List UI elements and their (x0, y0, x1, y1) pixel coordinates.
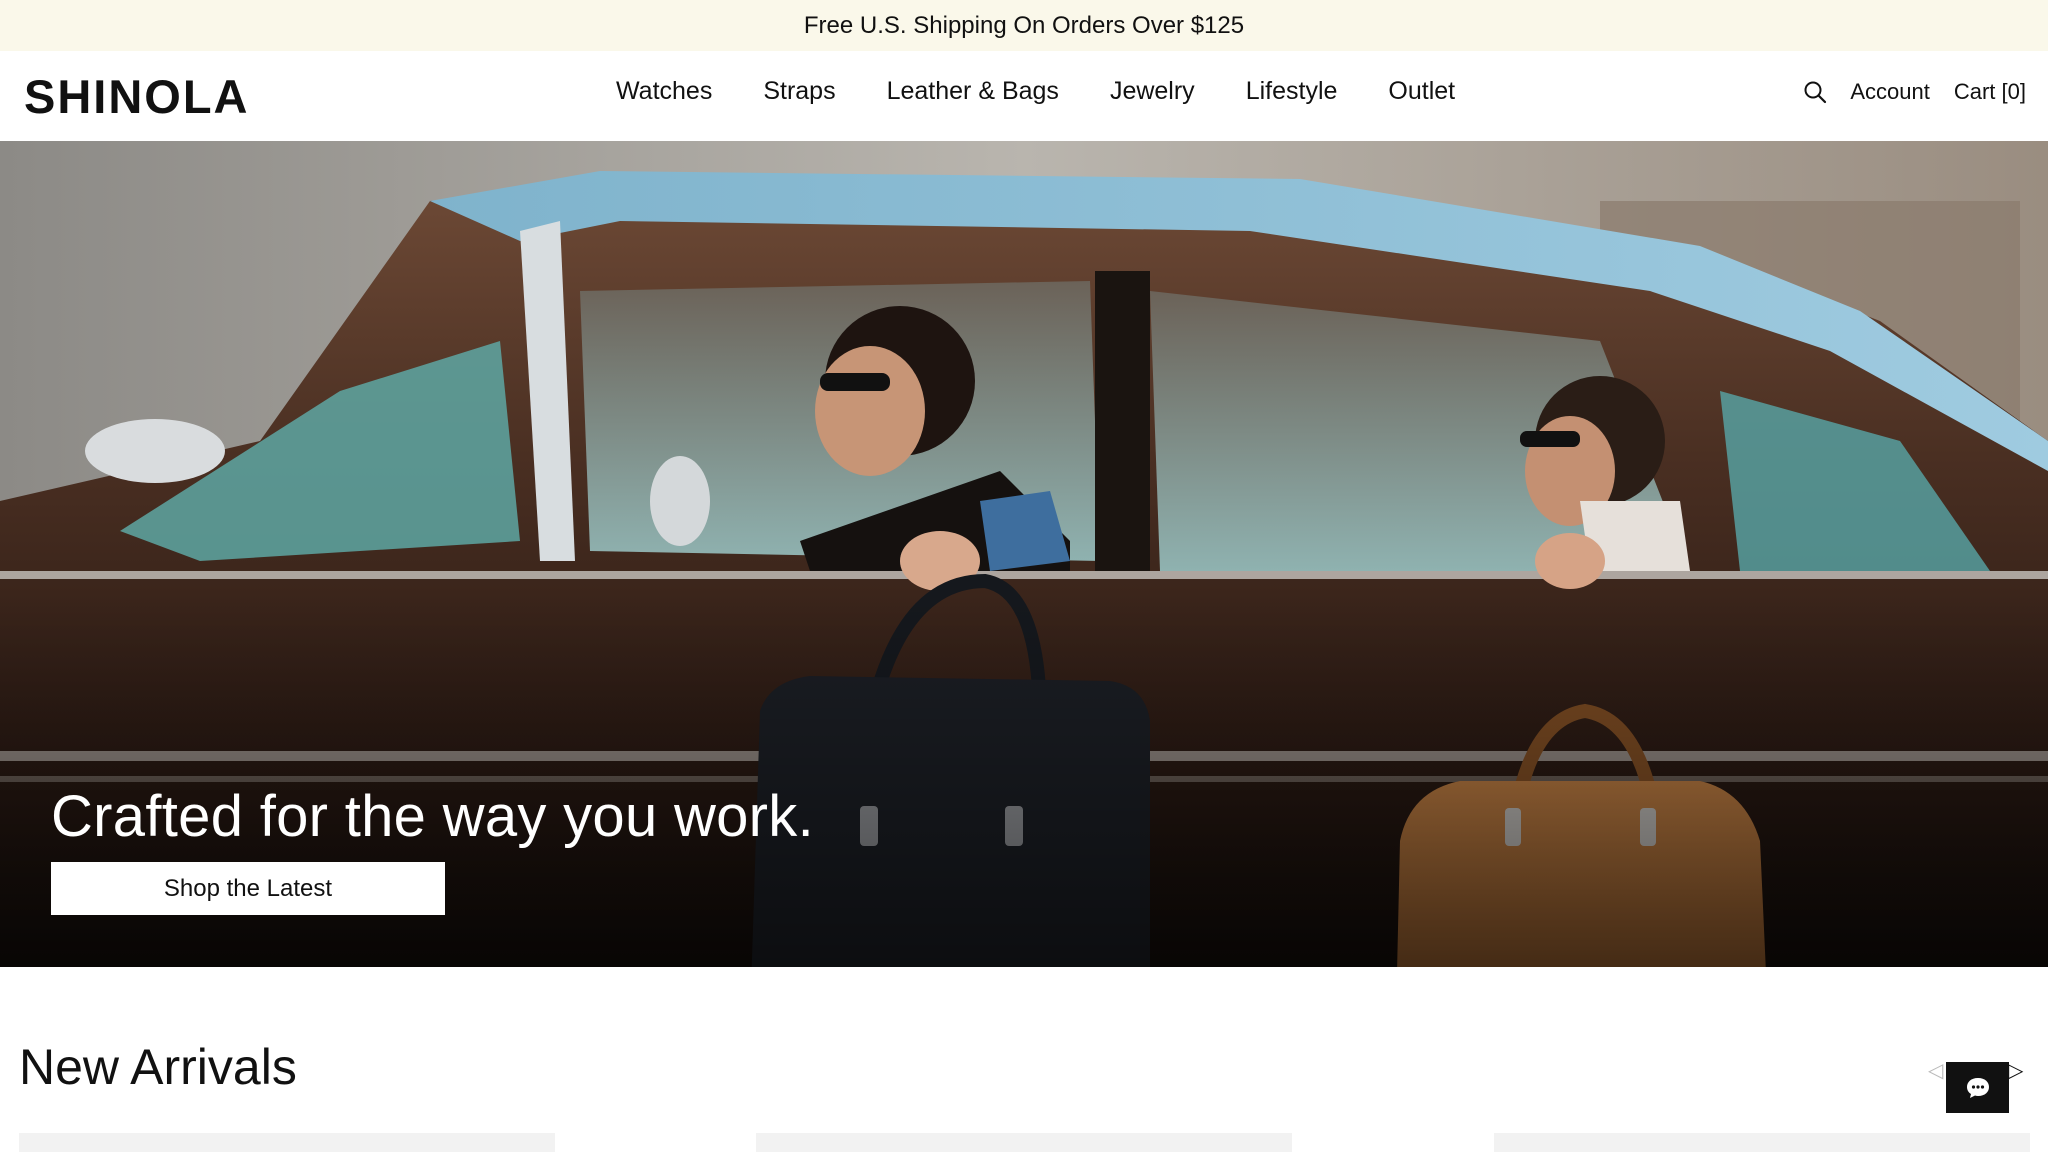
chevron-right-icon[interactable]: ▷ (2008, 1058, 2032, 1082)
nav-outlet[interactable]: Outlet (1388, 77, 1455, 106)
chat-icon (1966, 1077, 1989, 1098)
announcement-bar: Free U.S. Shipping On Orders Over $125 (0, 0, 2048, 51)
announcement-text: Free U.S. Shipping On Orders Over $125 (803, 11, 1245, 39)
header-utilities: Account Cart [0] (1802, 79, 2026, 105)
shop-the-latest-button[interactable]: Shop the Latest (51, 862, 445, 915)
product-card[interactable] (756, 1133, 1292, 1152)
logo[interactable]: SHINOLA (24, 73, 260, 119)
nav-lifestyle[interactable]: Lifestyle (1246, 77, 1338, 106)
cart-link[interactable]: Cart [0] (1954, 79, 2026, 105)
nav-watches[interactable]: Watches (616, 77, 712, 106)
new-arrivals-title: New Arrivals (19, 1039, 297, 1095)
account-link[interactable]: Account (1850, 79, 1930, 105)
hero-banner[interactable]: Crafted for the way you work. Shop the L… (0, 141, 2048, 967)
logo-text: SHINOLA (24, 73, 250, 119)
product-card[interactable] (1494, 1133, 2030, 1152)
product-card[interactable] (19, 1133, 555, 1152)
nav-leather-bags[interactable]: Leather & Bags (887, 77, 1059, 106)
site-header: SHINOLA Watches Straps Leather & Bags Je… (0, 51, 2048, 141)
search-icon[interactable] (1802, 79, 1828, 105)
main-nav: Watches Straps Leather & Bags Jewelry Li… (616, 77, 1455, 106)
nav-jewelry[interactable]: Jewelry (1110, 77, 1195, 106)
nav-straps[interactable]: Straps (763, 77, 835, 106)
chat-button[interactable] (1946, 1062, 2009, 1113)
hero-title: Crafted for the way you work. (51, 784, 815, 849)
